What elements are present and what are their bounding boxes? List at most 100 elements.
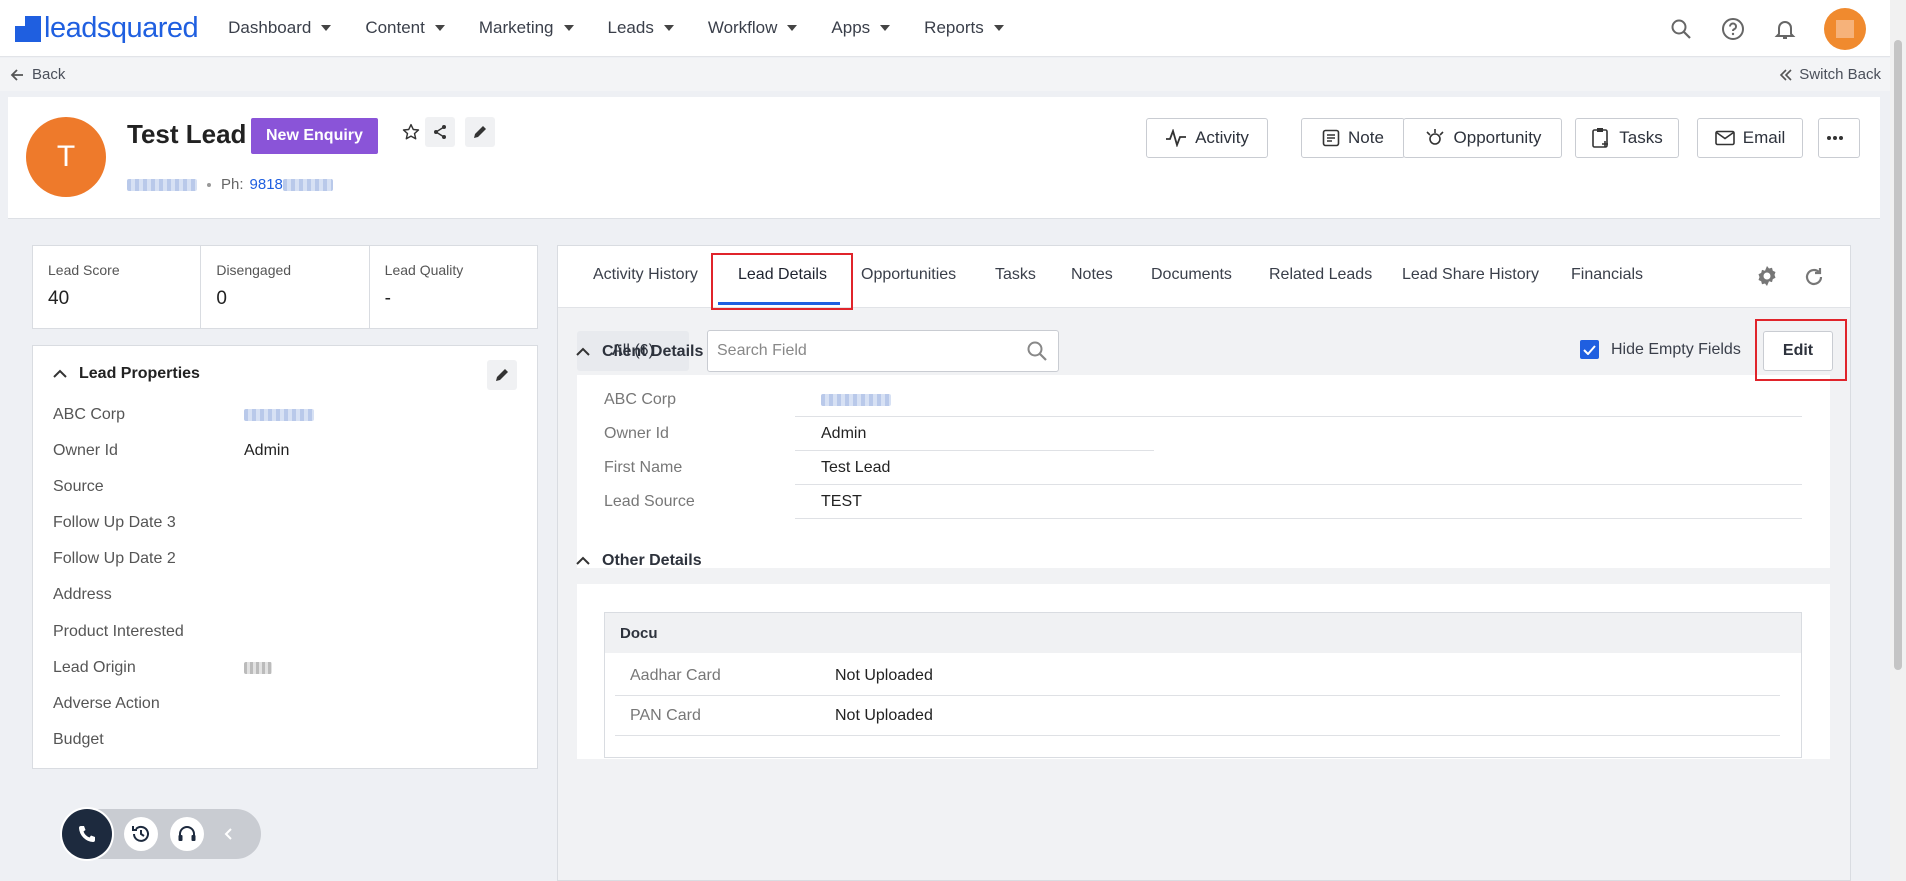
share-icon[interactable] [425, 117, 455, 147]
note-button[interactable]: Note [1301, 118, 1405, 158]
property-row: Follow Up Date 3 [53, 514, 513, 532]
lead-details-panel: Activity History Lead Details Opportunit… [557, 245, 1851, 881]
metric-lead-quality: Lead Quality - [370, 246, 537, 328]
edit-properties-button[interactable] [487, 360, 517, 390]
nav-label: Workflow [707, 18, 778, 37]
search-icon[interactable] [1026, 340, 1048, 367]
arrow-left-icon [10, 68, 23, 81]
hide-empty-fields-toggle[interactable]: Hide Empty Fields [1580, 340, 1741, 359]
nav-reports[interactable]: Reports [924, 18, 1004, 38]
field-value: Not Uploaded [835, 667, 933, 684]
opportunity-button[interactable]: Opportunity [1403, 118, 1562, 158]
back-label: Back [32, 66, 66, 83]
tab-opportunities[interactable]: Opportunities [861, 266, 956, 284]
property-row: Follow Up Date 2 [53, 550, 513, 568]
bell-icon[interactable] [1772, 16, 1798, 42]
tab-tasks[interactable]: Tasks [995, 266, 1036, 284]
tab-lead-share-history[interactable]: Lead Share History [1402, 266, 1539, 284]
metric-value: 40 [48, 288, 70, 309]
help-icon[interactable] [1720, 16, 1746, 42]
more-actions-button[interactable] [1818, 118, 1860, 158]
lead-stage-badge[interactable]: New Enquiry [251, 118, 378, 154]
phone-call-button[interactable] [62, 809, 112, 859]
collapse-widget-button[interactable] [218, 824, 238, 844]
tab-financials[interactable]: Financials [1571, 266, 1643, 284]
client-details-section: ABC Corp Owner Id Admin First Name Test Le… [577, 375, 1830, 568]
user-avatar[interactable] [1824, 7, 1866, 50]
note-icon [1322, 129, 1340, 147]
call-history-button[interactable] [124, 817, 158, 851]
tab-activity-history[interactable]: Activity History [593, 266, 698, 284]
lead-properties-toggle[interactable]: Lead Properties [53, 365, 200, 383]
activity-button[interactable]: Activity [1146, 118, 1268, 158]
chevron-up-icon [576, 347, 590, 356]
refresh-icon[interactable] [1803, 266, 1825, 293]
leadsquared-logo[interactable]: leadsquared [15, 12, 199, 45]
call-widget [62, 809, 261, 859]
metric-label: Lead Quality [384, 262, 464, 278]
nav-workflow[interactable]: Workflow [708, 18, 798, 38]
switch-back-link[interactable]: Switch Back [1779, 66, 1881, 83]
nav-marketing[interactable]: Marketing [479, 18, 574, 38]
double-chevron-left-icon [1780, 68, 1792, 81]
property-label: Owner Id [53, 442, 118, 459]
redacted-value [821, 394, 891, 406]
tab-related-leads[interactable]: Related Leads [1269, 266, 1372, 284]
other-details-toggle[interactable]: Other Details [576, 552, 702, 570]
tasks-button[interactable]: Tasks [1575, 118, 1679, 158]
nav-dashboard[interactable]: Dashboard [228, 18, 332, 38]
property-label: Budget [53, 731, 104, 748]
field-row: Owner Id Admin [604, 425, 866, 443]
phone-redacted [282, 178, 333, 191]
field-label: PAN Card [630, 707, 701, 724]
tab-lead-details[interactable]: Lead Details [738, 266, 827, 284]
nav-content[interactable]: Content [365, 18, 445, 38]
caret-down-icon [663, 25, 674, 31]
lead-name: Test Lead [127, 119, 247, 149]
nav-label: Dashboard [228, 18, 312, 37]
other-details-section: Docu Aadhar Card Not Uploaded PAN Card Not… [577, 584, 1830, 759]
logo-mark [15, 14, 41, 42]
section-title: Client Details [602, 343, 704, 360]
search-field-input[interactable] [717, 340, 1007, 362]
nav-leads[interactable]: Leads [608, 18, 674, 38]
property-label: Follow Up Date 3 [53, 514, 176, 531]
chevron-left-icon [224, 828, 232, 840]
tab-documents[interactable]: Documents [1151, 266, 1232, 284]
mail-icon [1714, 130, 1735, 146]
edit-button[interactable]: Edit [1763, 331, 1833, 371]
section-title: Other Details [602, 552, 702, 569]
tab-notes[interactable]: Notes [1071, 266, 1113, 284]
separator-dot [207, 182, 211, 187]
property-label: Source [53, 478, 104, 495]
row-divider [795, 450, 1154, 451]
button-label: Email [1742, 128, 1786, 147]
page-scrollbar-thumb[interactable] [1894, 40, 1902, 670]
nav-apps[interactable]: Apps [831, 18, 891, 38]
search-icon[interactable] [1668, 16, 1694, 42]
client-details-toggle[interactable]: Client Details [576, 343, 703, 361]
caret-down-icon [993, 25, 1004, 31]
field-value: Not Uploaded [835, 707, 933, 724]
row-divider [795, 518, 1802, 519]
gear-icon[interactable] [1755, 264, 1779, 293]
property-row: Budget [53, 731, 513, 749]
clipboard-icon [1592, 128, 1609, 148]
metric-disengaged: Disengaged 0 [201, 246, 370, 328]
email-button[interactable]: Email [1697, 118, 1803, 158]
active-tab-indicator [718, 302, 840, 305]
pencil-icon[interactable] [465, 117, 495, 147]
back-link[interactable]: Back [10, 66, 65, 83]
star-icon[interactable] [396, 117, 426, 147]
nav-label: Leads [607, 18, 654, 37]
support-button[interactable] [170, 817, 204, 851]
activity-icon [1166, 129, 1187, 147]
phone-number[interactable]: 9818 [250, 176, 283, 193]
property-label: ABC Corp [53, 406, 126, 423]
headset-icon [178, 826, 196, 841]
property-label: Adverse Action [53, 695, 160, 712]
nav-label: Content [365, 18, 425, 37]
property-row: Adverse Action [53, 695, 513, 713]
button-label: Activity [1195, 128, 1249, 147]
checkbox-checked[interactable] [1580, 340, 1599, 359]
